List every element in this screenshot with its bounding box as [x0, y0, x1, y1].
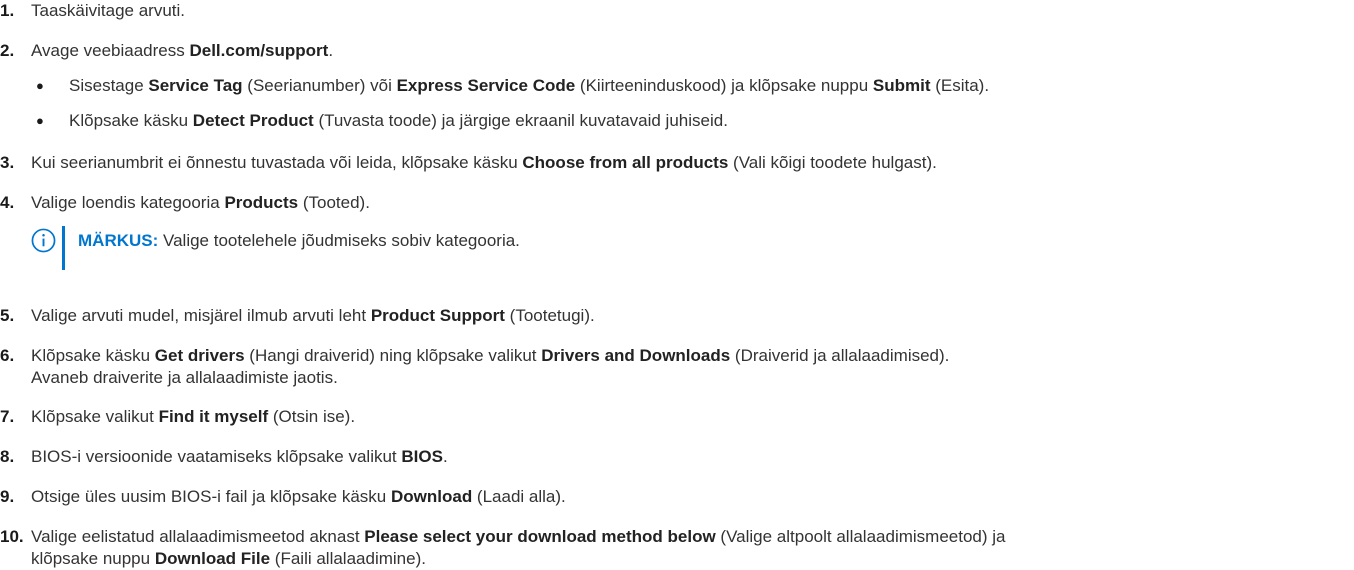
step-2: 2. Avage veebiaadress Dell.com/support.: [0, 40, 1354, 62]
bold-term: Download: [390, 487, 473, 506]
step-4: 4. Valige loendis kategooria Products (T…: [0, 192, 1354, 214]
bold-term: Products: [224, 193, 299, 212]
note-text: MÄRKUS: Valige tootelehele jõudmiseks so…: [78, 230, 520, 252]
text-run: (Vali kõigi toodete hulgast).: [728, 153, 937, 172]
text-run: .: [328, 41, 334, 60]
bold-term: Get drivers: [154, 346, 245, 365]
bullet-icon: ●: [36, 78, 44, 93]
step-text: Valige loendis kategooria Products (Toot…: [31, 192, 1331, 214]
bold-term: Detect Product: [192, 111, 314, 130]
text-run: (Tootetugi).: [504, 306, 595, 325]
step-9: 9. Otsige üles uusim BIOS-i fail ja klõp…: [0, 486, 1354, 508]
step-text: Valige eelistatud allalaadimismeetod akn…: [31, 526, 1331, 570]
bold-term: Express Service Code: [396, 76, 576, 95]
text-run: Taaskäivitage arvuti.: [31, 1, 186, 20]
text-run: (Tooted).: [298, 193, 370, 212]
step-text: Klõpsake valikut Find it myself (Otsin i…: [31, 406, 1331, 428]
step-text: Valige arvuti mudel, misjärel ilmub arvu…: [31, 305, 1331, 327]
note-label: MÄRKUS:: [78, 231, 159, 250]
text-run: (Seerianumber) või: [242, 76, 397, 95]
step-text: BIOS-i versioonide vaatamiseks klõpsake …: [31, 446, 1331, 468]
step-text-line-1: Valige eelistatud allalaadimismeetod akn…: [31, 526, 1331, 548]
step-number: 10.: [0, 527, 24, 546]
text-run: Klõpsake käsku: [31, 346, 155, 365]
step-number: 6.: [0, 346, 15, 365]
bold-term: Please select your download method below: [364, 527, 716, 546]
step-text-line-2: klõpsake nuppu Download File (Faili alla…: [31, 548, 1331, 570]
bold-term: Product Support: [370, 306, 505, 325]
substep-2: ● Klõpsake käsku Detect Product (Tuvasta…: [0, 110, 1354, 132]
step-8: 8. BIOS-i versioonide vaatamiseks klõpsa…: [0, 446, 1354, 468]
text-run: Valige eelistatud allalaadimismeetod akn…: [31, 527, 365, 546]
text-run: Avage veebiaadress: [31, 41, 190, 60]
step-number: 4.: [0, 193, 15, 212]
text-run: (Kiirteeninduskood) ja klõpsake nuppu: [575, 76, 873, 95]
step-number: 1.: [0, 1, 15, 20]
step-text: Klõpsake käsku Get drivers (Hangi draive…: [31, 345, 1331, 389]
bold-term: Dell.com/support: [189, 41, 329, 60]
step-text: Taaskäivitage arvuti.: [31, 0, 1331, 22]
step-number: 5.: [0, 306, 15, 325]
step-number: 7.: [0, 407, 15, 426]
text-run: Klõpsake käsku: [69, 111, 193, 130]
step-text: Kui seerianumbrit ei õnnestu tuvastada v…: [31, 152, 1331, 174]
bold-term: Download File: [154, 549, 271, 568]
bold-term: Find it myself: [158, 407, 269, 426]
note-divider: [62, 226, 65, 270]
bold-term: Choose from all products: [522, 153, 729, 172]
step-number: 8.: [0, 447, 15, 466]
substep-text: Sisestage Service Tag (Seerianumber) või…: [69, 75, 1354, 97]
info-icon: [31, 228, 56, 253]
text-run: (Hangi draiverid) ning klõpsake valikut: [244, 346, 542, 365]
text-run: (Esita).: [930, 76, 990, 95]
step-text-line-1: Klõpsake käsku Get drivers (Hangi draive…: [31, 345, 1331, 367]
step-text: Otsige üles uusim BIOS-i fail ja klõpsak…: [31, 486, 1331, 508]
substep-text: Klõpsake käsku Detect Product (Tuvasta t…: [69, 110, 1354, 132]
step-1: 1. Taaskäivitage arvuti.: [0, 0, 1354, 22]
note-body: Valige tootelehele jõudmiseks sobiv kate…: [158, 231, 520, 250]
step-number: 3.: [0, 153, 15, 172]
step-6: 6. Klõpsake käsku Get drivers (Hangi dra…: [0, 345, 1354, 389]
bullet-icon: ●: [36, 113, 44, 128]
bold-term: BIOS: [401, 447, 443, 466]
step-5: 5. Valige arvuti mudel, misjärel ilmub a…: [0, 305, 1354, 327]
substep-1: ● Sisestage Service Tag (Seerianumber) v…: [0, 75, 1354, 97]
text-run: klõpsake nuppu: [31, 549, 155, 568]
text-run: (Tuvasta toode) ja järgige ekraanil kuva…: [313, 111, 728, 130]
text-run: (Faili allalaadimine).: [270, 549, 426, 568]
text-run: .: [442, 447, 448, 466]
step-7: 7. Klõpsake valikut Find it myself (Otsi…: [0, 406, 1354, 428]
text-run: (Draiverid ja allalaadimised).: [730, 346, 950, 365]
text-run: (Laadi alla).: [472, 487, 566, 506]
text-run: Valige loendis kategooria: [31, 193, 225, 212]
text-run: Sisestage: [69, 76, 149, 95]
text-run: Kui seerianumbrit ei õnnestu tuvastada v…: [31, 153, 523, 172]
step-text: Avage veebiaadress Dell.com/support.: [31, 40, 1331, 62]
step-number: 9.: [0, 487, 15, 506]
text-run: Otsige üles uusim BIOS-i fail ja klõpsak…: [31, 487, 391, 506]
step-text-line-2: Avaneb draiverite ja allalaadimiste jaot…: [31, 368, 338, 387]
text-run: BIOS-i versioonide vaatamiseks klõpsake …: [31, 447, 402, 466]
bold-term: Service Tag: [148, 76, 243, 95]
text-run: (Otsin ise).: [268, 407, 356, 426]
step-3: 3. Kui seerianumbrit ei õnnestu tuvastad…: [0, 152, 1354, 174]
text-run: Valige arvuti mudel, misjärel ilmub arvu…: [31, 306, 371, 325]
step-10: 10. Valige eelistatud allalaadimismeetod…: [0, 526, 1354, 570]
text-run: Klõpsake valikut: [31, 407, 159, 426]
bold-term: Drivers and Downloads: [541, 346, 731, 365]
text-run: (Valige altpoolt allalaadimismeetod) ja: [715, 527, 1006, 546]
bold-term: Submit: [872, 76, 931, 95]
step-number: 2.: [0, 41, 15, 60]
